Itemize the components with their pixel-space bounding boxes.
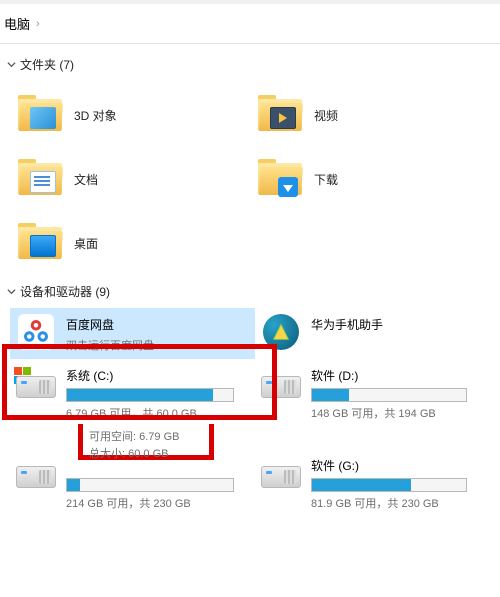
app-huawei-assistant[interactable]: 华为手机助手 [255, 308, 500, 359]
document-icon [30, 171, 56, 193]
hdd-icon [16, 365, 56, 401]
drive-c[interactable]: 系统 (C:) 6.79 GB 可用，共 60.0 GB [10, 359, 255, 427]
drives-header-label: 设备和驱动器 (9) [20, 283, 110, 300]
chevron-right-icon: › [36, 18, 40, 30]
app-title: 华为手机助手 [311, 316, 494, 333]
folder-documents[interactable]: 文档 [10, 147, 250, 211]
drives-grid: 百度网盘 双击运行百度网盘 华为手机助手 系统 (C [0, 304, 500, 517]
cube-icon [30, 107, 56, 129]
drive-status: 214 GB 可用，共 230 GB [66, 495, 249, 511]
folder-videos[interactable]: 视频 [250, 83, 490, 147]
drives-section-header[interactable]: 设备和驱动器 (9) [0, 279, 500, 304]
breadcrumb-location[interactable]: 电脑 [4, 14, 30, 33]
folder-label: 视频 [314, 107, 338, 124]
desktop-icon [30, 235, 56, 257]
divider [0, 43, 500, 44]
folder-label: 桌面 [74, 235, 98, 252]
drive-g[interactable]: 软件 (G:) 81.9 GB 可用，共 230 GB [255, 449, 500, 517]
drive-title: 软件 (G:) [311, 457, 494, 474]
drive-status: 148 GB 可用，共 194 GB [311, 405, 494, 421]
folder-icon [16, 221, 64, 265]
folder-3d-objects[interactable]: 3D 对象 [10, 83, 250, 147]
drive-status: 81.9 GB 可用，共 230 GB [311, 495, 494, 511]
download-arrow-icon [278, 177, 298, 197]
app-subtitle: 双击运行百度网盘 [66, 337, 249, 353]
capacity-bar [311, 478, 467, 492]
folder-icon [256, 157, 304, 201]
app-baidu-netdisk[interactable]: 百度网盘 双击运行百度网盘 [10, 308, 255, 359]
baidu-icon [16, 314, 56, 350]
app-title: 百度网盘 [66, 316, 249, 333]
breadcrumb[interactable]: 电脑 › [0, 4, 500, 39]
hdd-icon [16, 455, 56, 491]
folder-label: 3D 对象 [74, 107, 117, 124]
film-icon [270, 107, 296, 129]
capacity-bar [66, 478, 234, 492]
folder-downloads[interactable]: 下载 [250, 147, 490, 211]
drive-title: 软件 (D:) [311, 367, 494, 384]
drive-f[interactable]: 本地磁盘 (F:) 214 GB 可用，共 230 GB [10, 449, 255, 517]
folder-icon [256, 93, 304, 137]
folder-label: 下载 [314, 171, 338, 188]
chevron-down-icon [6, 287, 16, 297]
folders-section-header[interactable]: 文件夹 (7) [0, 52, 500, 77]
folder-label: 文档 [74, 171, 98, 188]
drive-status: 6.79 GB 可用，共 60.0 GB [66, 405, 249, 421]
capacity-bar [66, 388, 234, 402]
hdd-icon [261, 365, 301, 401]
drive-d[interactable]: 软件 (D:) 148 GB 可用，共 194 GB [255, 359, 500, 427]
chevron-down-icon [6, 60, 16, 70]
folders-grid: 3D 对象 视频 文档 下载 桌面 [0, 77, 500, 279]
huawei-icon [261, 314, 301, 350]
folders-header-label: 文件夹 (7) [20, 56, 74, 73]
folder-icon [16, 93, 64, 137]
drive-title: 系统 (C:) [66, 367, 249, 384]
folder-desktop[interactable]: 桌面 [10, 211, 250, 275]
hdd-icon [261, 455, 301, 491]
folder-icon [16, 157, 64, 201]
capacity-bar [311, 388, 467, 402]
